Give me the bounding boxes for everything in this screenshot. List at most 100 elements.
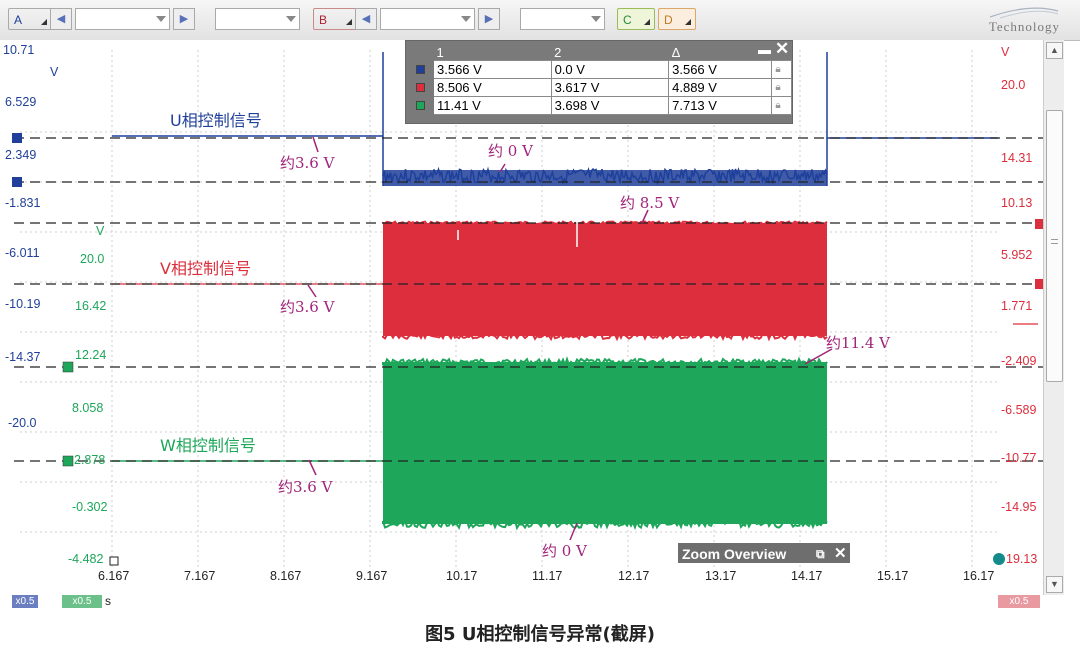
left-axis-tick: -6.011	[5, 246, 40, 260]
meas-cell: 0.0 V	[550, 60, 670, 79]
channel-a-next-icon[interactable]: ▶	[173, 8, 195, 30]
annotation-v-high: 约 8.5 V	[620, 194, 680, 212]
left-axis-tick: -14.37	[5, 350, 41, 364]
channel-a-coupling-select[interactable]	[215, 8, 300, 30]
right-axis-tick: 20.0	[1001, 78, 1026, 92]
left-inner-axis-tick: -4.482	[68, 552, 104, 566]
meas-cell: 3.617 V	[550, 78, 670, 97]
left-axis-tick: 10.71	[3, 43, 35, 57]
x-axis-tick: 9.167	[356, 569, 388, 583]
lock-icon[interactable]: 🔒︎	[771, 78, 792, 97]
channel-c-swatch	[416, 101, 425, 110]
meas-header-1: 1	[436, 45, 444, 60]
minimize-icon[interactable]: ▬	[758, 42, 771, 57]
right-axis-tick: -2.409	[1001, 354, 1037, 368]
channel-a-button[interactable]: A	[8, 8, 52, 30]
channel-d-button[interactable]: D	[658, 8, 696, 30]
channel-b-range-select[interactable]	[380, 8, 475, 30]
channel-b-label: B	[319, 13, 328, 27]
left-inner-axis-tick: 20.0	[80, 252, 105, 266]
time-unit: s	[105, 594, 111, 608]
meas-cell: 8.506 V	[433, 78, 552, 97]
meas-cell: 3.566 V	[668, 60, 773, 79]
vertical-scrollbar[interactable]: ▲ ▼	[1043, 40, 1064, 595]
right-axis-tick: 14.31	[1001, 151, 1033, 165]
meas-header-delta: Δ	[671, 45, 681, 60]
annotation-u-low: 约3.6 V	[280, 154, 335, 172]
channel-b-next-icon[interactable]: ▶	[478, 8, 500, 30]
measurement-panel[interactable]: 1 2 Δ 3.566 V 0.0 V 3.566 V 🔒︎ 8.506 V 3…	[405, 39, 793, 124]
right-axis-unit: V	[1001, 45, 1010, 59]
meas-cell: 4.889 V	[668, 78, 773, 97]
annotation-w-high: 约11.4 V	[826, 334, 890, 352]
channel-a-swatch	[416, 65, 425, 74]
zoom-close-icon[interactable]: ✕	[834, 543, 847, 565]
x-axis-tick: 10.17	[446, 569, 478, 583]
meas-cell: 7.713 V	[668, 96, 773, 115]
left-inner-axis-unit: V	[96, 224, 105, 238]
w-signal-label: W相控制信号	[160, 436, 256, 455]
figure-caption: 图5 U相控制信号异常(截屏)	[425, 624, 655, 645]
left-inner-axis-tick: 8.058	[72, 401, 104, 415]
zoom-tag-b[interactable]: x0.5	[998, 595, 1040, 608]
restore-icon[interactable]: ⧉	[816, 543, 825, 565]
x-axis-tick: 8.167	[270, 569, 302, 583]
annotation-leader	[312, 136, 319, 153]
measurement-table: 1 2 Δ 3.566 V 0.0 V 3.566 V 🔒︎ 8.506 V 3…	[412, 45, 792, 115]
left-axis-tick: -20.0	[8, 416, 37, 430]
zoom-overview-title: Zoom Overview	[682, 546, 787, 562]
v-signal-burst	[383, 223, 827, 336]
left-axis-tick: -10.19	[5, 297, 41, 311]
channel-a-label: A	[14, 13, 23, 27]
left-inner-axis-tick: 16.42	[75, 299, 107, 313]
x-axis-tick: 11.17	[532, 569, 563, 583]
meas-cell: 3.698 V	[550, 96, 670, 115]
channel-b-button[interactable]: B	[313, 8, 357, 30]
right-axis-tick: 1.771	[1001, 299, 1033, 313]
v-signal-label: V相控制信号	[160, 259, 251, 278]
zoom-origin-marker	[109, 556, 119, 566]
meas-header-2: 2	[554, 45, 562, 60]
u-signal-label: U相控制信号	[170, 111, 262, 130]
channel-b-prev-icon[interactable]: ◀	[355, 8, 377, 30]
annotation-leader	[308, 459, 317, 476]
x-axis-tick: 7.167	[184, 569, 216, 583]
left-axis-tick: 2.349	[5, 148, 37, 162]
w-signal-burst	[383, 362, 827, 524]
right-axis-tick: 19.13	[1006, 552, 1038, 566]
scroll-up-icon[interactable]: ▲	[1046, 42, 1063, 59]
channel-b-coupling-select[interactable]	[520, 8, 605, 30]
meas-row: 11.41 V 3.698 V 7.713 V 🔒︎	[412, 96, 792, 115]
logo-swoosh-icon	[989, 7, 1059, 19]
right-axis-tick: 10.13	[1001, 196, 1033, 210]
channel-c-label: C	[623, 13, 632, 27]
lock-icon[interactable]: 🔒︎	[771, 96, 792, 115]
u-signal-band	[383, 170, 827, 186]
channel-a-range-select[interactable]	[75, 8, 170, 30]
channel-marker	[12, 177, 22, 187]
right-axis-tick: -6.589	[1001, 403, 1037, 417]
left-axis-tick: 6.529	[5, 95, 37, 109]
footer-bar: x0.5 x0.5 s x0.5	[0, 594, 1080, 610]
meas-cell: 11.41 V	[433, 96, 552, 115]
x-axis-tick: 6.167	[98, 569, 130, 583]
x-axis-tick: 15.17	[877, 569, 909, 583]
channel-c-button[interactable]: C	[617, 8, 655, 30]
channel-marker	[62, 455, 74, 467]
zoom-overview-bar[interactable]: Zoom Overview ⧉ ✕	[677, 542, 851, 564]
left-axis-tick: -1.831	[5, 196, 41, 210]
meas-cell: 3.566 V	[433, 60, 552, 79]
lock-icon[interactable]: 🔒︎	[771, 60, 792, 79]
scroll-down-icon[interactable]: ▼	[1046, 576, 1063, 593]
zoom-tag-c[interactable]: x0.5	[62, 595, 102, 608]
meas-row: 3.566 V 0.0 V 3.566 V 🔒︎	[412, 60, 792, 79]
close-icon[interactable]: ✕	[775, 39, 789, 59]
zoom-tag-a[interactable]: x0.5	[12, 595, 38, 608]
left-inner-axis-tick: 2.878	[74, 453, 106, 467]
channel-b-swatch	[416, 83, 425, 92]
channel-a-prev-icon[interactable]: ◀	[50, 8, 72, 30]
annotation-w-zero: 约 0 V	[542, 542, 587, 560]
left-inner-axis-tick: 12.24	[75, 348, 107, 362]
scroll-thumb[interactable]	[1046, 110, 1063, 382]
x-axis-tick: 13.17	[705, 569, 737, 583]
